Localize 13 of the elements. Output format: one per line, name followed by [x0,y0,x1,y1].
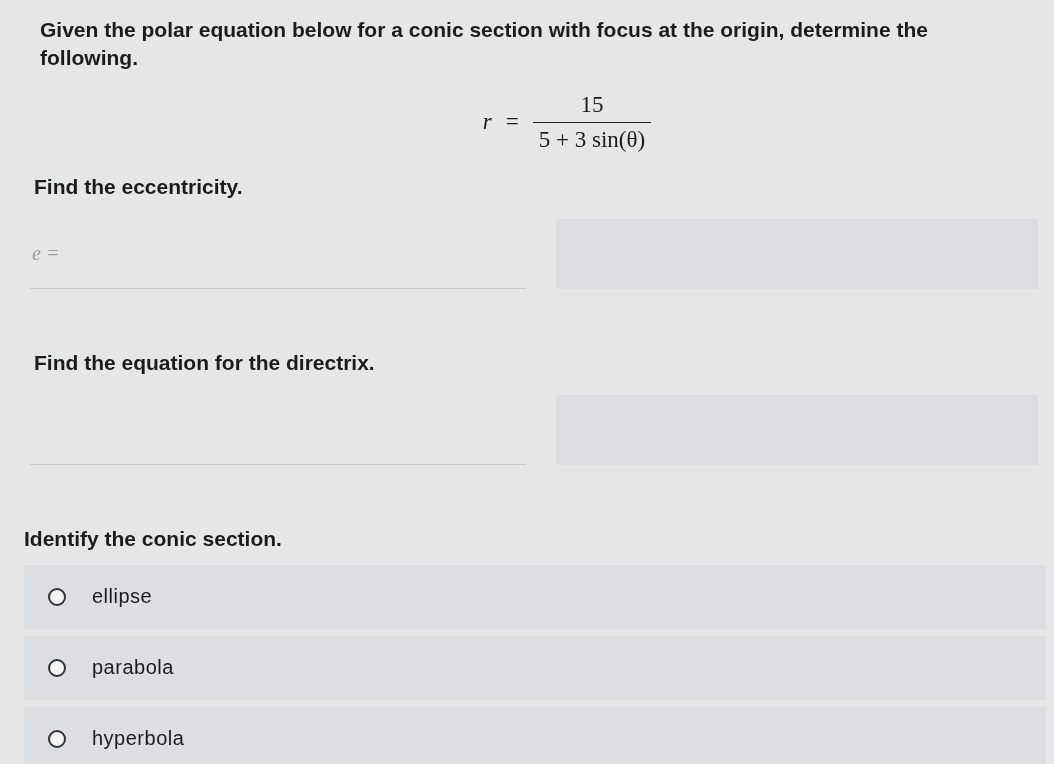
radio-icon[interactable] [48,729,66,748]
question-prompt: Find the equation for the directrix. [34,350,376,375]
radio-option[interactable]: hyperbola [24,706,1046,764]
radio-icon[interactable] [48,658,66,677]
radio-option[interactable]: ellipse [24,564,1046,629]
question-text: Given the polar equation below for a conic section with focus at the origin, determine the following. [40,17,929,71]
equals-sign: = [505,109,519,136]
radio-option[interactable]: parabola [24,635,1046,700]
question-prompt: Identify the conic section. [24,526,283,551]
equation-variable: r [482,109,492,136]
question-prompt: Find the eccentricity. [34,174,244,199]
radio-icon[interactable] [48,587,66,606]
fraction: 15 5 + 3 sin(θ) [532,91,652,153]
